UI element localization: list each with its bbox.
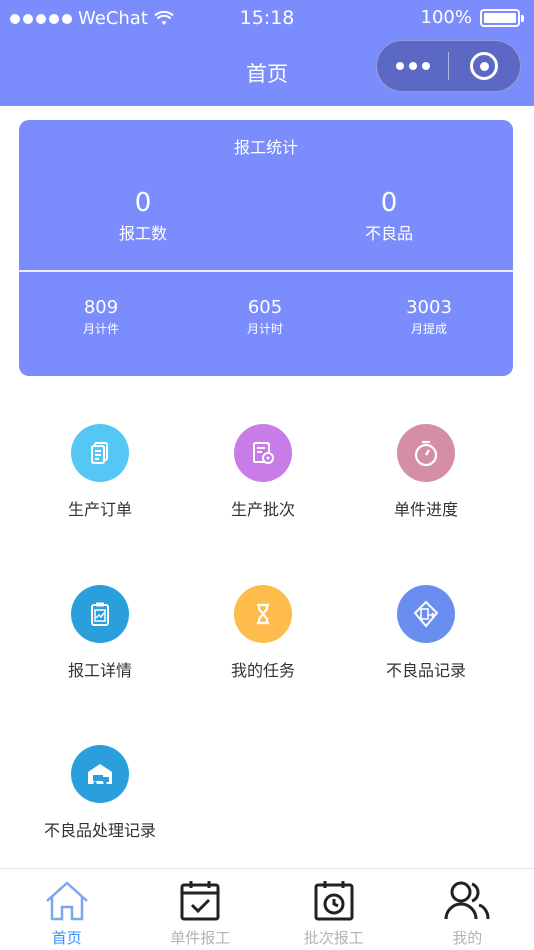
stat-monthly-hours[interactable]: 605 月计时 [205, 298, 325, 337]
stat-label: 月计件 [82, 322, 119, 336]
stats-title: 报工统计 [233, 138, 298, 157]
building-arrow-icon [397, 585, 455, 643]
grid-label: 不良品记录 [385, 661, 466, 680]
stat-monthly-commission[interactable]: 3003 月提成 [369, 298, 489, 337]
bottom-tab-bar: 首页 单件报工 批次报工 我的 [0, 868, 534, 950]
grid-label: 单件进度 [393, 500, 458, 519]
calendar-check-icon [134, 869, 268, 923]
stat-label: 不良品 [364, 224, 413, 243]
mini-program-capsule [376, 40, 521, 92]
grid-production-batch[interactable]: 生产批次 [178, 424, 348, 520]
battery-info: 100% [420, 7, 524, 28]
calendar-clock-icon [267, 869, 401, 923]
tab-single-piece-report[interactable]: 单件报工 [134, 869, 268, 950]
stat-label: 月计时 [246, 322, 283, 336]
battery-icon [480, 8, 524, 27]
stat-monthly-piece[interactable]: 809 月计件 [41, 298, 161, 337]
batch-icon [234, 424, 292, 482]
stat-label: 报工数 [118, 224, 167, 243]
hourglass-icon [234, 585, 292, 643]
stat-report-count[interactable]: 0 报工数 [43, 188, 243, 244]
grid-label: 生产批次 [230, 500, 295, 519]
users-icon [401, 869, 534, 923]
close-mini-program-button[interactable] [449, 52, 520, 80]
stat-defect-count[interactable]: 0 不良品 [289, 188, 489, 244]
report-stats-card: 报工统计 0 报工数 0 不良品 809 月计件 605 月计时 3003 月提… [19, 120, 513, 376]
document-icon [71, 424, 129, 482]
stat-value: 605 [247, 297, 283, 318]
grid-defect-handling-records[interactable]: 不良品处理记录 [15, 745, 185, 841]
stat-label: 月提成 [410, 322, 447, 336]
grid-production-order[interactable]: 生产订单 [15, 424, 185, 520]
clipboard-chart-icon [71, 585, 129, 643]
tab-label: 单件报工 [170, 929, 231, 947]
grid-label: 不良品处理记录 [43, 821, 156, 840]
battery-percent: 100% [420, 7, 472, 28]
tab-mine[interactable]: 我的 [401, 869, 534, 950]
stopwatch-icon [397, 424, 455, 482]
tab-label: 首页 [51, 929, 82, 947]
target-icon [470, 52, 499, 80]
more-menu-button[interactable] [377, 62, 448, 70]
grid-label: 我的任务 [230, 661, 295, 680]
top-header: WeChat 15:18 100% 首页 [0, 0, 534, 106]
grid-label: 生产订单 [67, 500, 132, 519]
tab-label: 我的 [452, 929, 483, 947]
stat-value: 3003 [406, 297, 452, 318]
grid-my-tasks[interactable]: 我的任务 [178, 585, 348, 681]
stats-divider [19, 270, 513, 272]
tab-label: 批次报工 [303, 929, 364, 947]
stat-value: 0 [380, 188, 398, 218]
status-bar: WeChat 15:18 100% [0, 0, 534, 38]
stat-value: 0 [134, 188, 152, 218]
tab-batch-report[interactable]: 批次报工 [267, 869, 401, 950]
grid-defect-records[interactable]: 不良品记录 [341, 585, 511, 681]
tab-home[interactable]: 首页 [0, 869, 134, 950]
grid-report-details[interactable]: 报工详情 [15, 585, 185, 681]
home-icon [0, 869, 134, 923]
stat-value: 809 [83, 297, 119, 318]
warehouse-truck-icon [71, 745, 129, 803]
grid-piece-progress[interactable]: 单件进度 [341, 424, 511, 520]
grid-label: 报工详情 [67, 661, 132, 680]
